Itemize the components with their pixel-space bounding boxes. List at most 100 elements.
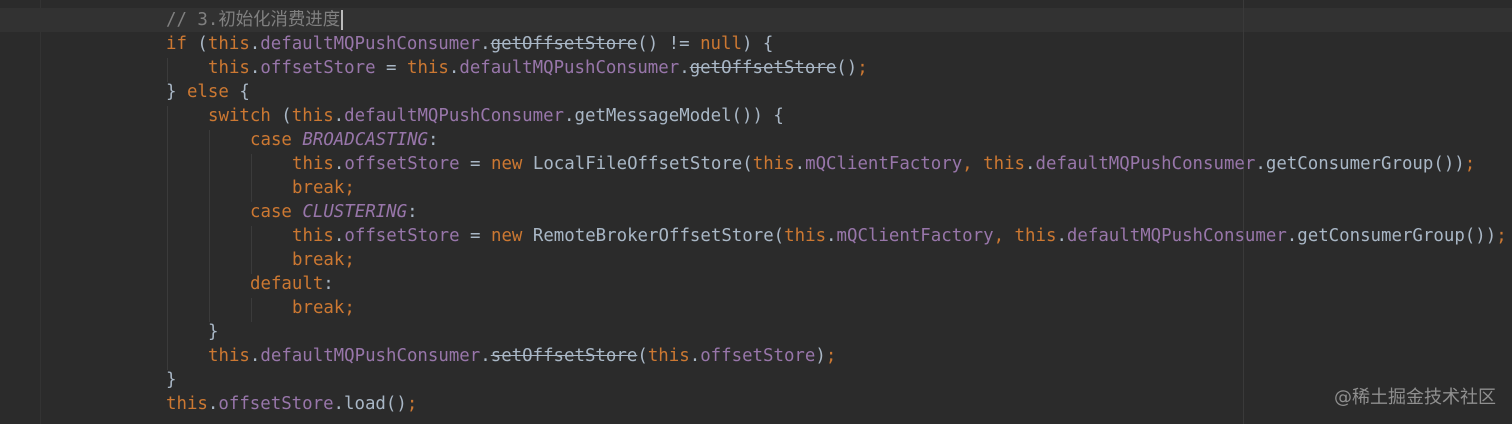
code-token: : — [407, 202, 418, 222]
code-line[interactable]: this.offsetStore.load(); — [166, 392, 417, 416]
keyword-token: this — [1014, 226, 1057, 246]
keyword-token: this — [166, 394, 208, 414]
keyword-token: new — [490, 226, 523, 246]
keyword-token: switch — [208, 106, 271, 126]
keyword-token: ; — [1496, 226, 1507, 246]
code-line[interactable]: default: — [250, 272, 334, 296]
code-token: .getConsumerGroup()) — [1286, 226, 1497, 246]
field-token: defaultMQPushConsumer — [260, 346, 481, 366]
indent-guide — [251, 154, 252, 202]
field-token: defaultMQPushConsumer — [344, 106, 565, 126]
field-token: defaultMQPushConsumer — [260, 34, 481, 54]
indent-guide — [251, 226, 252, 274]
code-line[interactable]: break; — [292, 296, 355, 320]
code-line[interactable]: if (this.defaultMQPushConsumer.getOffset… — [166, 32, 773, 56]
keyword-token: break; — [292, 178, 355, 198]
keyword-token: this — [208, 346, 250, 366]
code-token: . — [679, 58, 690, 78]
keyword-token: new — [490, 154, 523, 174]
keyword-token: ; — [825, 346, 837, 366]
enum-constant-token: CLUSTERING — [302, 202, 408, 222]
field-token: defaultMQPushConsumer — [459, 58, 680, 78]
code-token: = — [459, 226, 491, 246]
right-margin-guide — [1243, 0, 1244, 424]
code-token: } — [208, 322, 219, 342]
code-token: .getConsumerGroup()) — [1255, 154, 1465, 174]
code-line[interactable]: this.offsetStore = new LocalFileOffsetSt… — [292, 152, 1475, 176]
field-token: offsetStore — [344, 154, 460, 174]
code-line[interactable]: } — [166, 368, 176, 392]
site-watermark: @稀土掘金技术社区 — [1334, 387, 1496, 408]
deprecated-method-token: getOffsetStore — [689, 58, 837, 78]
indent-guide — [167, 106, 168, 370]
keyword-token: break; — [292, 298, 355, 318]
keyword-token: else — [186, 82, 229, 102]
keyword-token: case — [250, 202, 292, 222]
code-line[interactable]: case CLUSTERING: — [250, 200, 418, 224]
code-token: : — [323, 274, 334, 294]
keyword-token: case — [250, 130, 292, 150]
code-token: { — [228, 82, 250, 102]
code-token: . — [794, 154, 806, 174]
code-token: () != — [637, 34, 701, 54]
keyword-token: this — [647, 346, 690, 366]
code-token: . — [480, 346, 491, 366]
field-token: offsetStore — [260, 58, 376, 78]
code-line[interactable]: this.offsetStore = new RemoteBrokerOffse… — [292, 224, 1507, 248]
keyword-token: this — [207, 34, 250, 54]
code-token: ) — [815, 346, 826, 366]
keyword-token: this — [292, 226, 334, 246]
code-line[interactable]: case BROADCASTING: — [250, 128, 439, 152]
code-token: : — [428, 130, 439, 150]
text-caret — [341, 10, 344, 30]
field-token: defaultMQPushConsumer — [1066, 226, 1287, 246]
code-line[interactable]: } else { — [166, 80, 250, 104]
field-token: offsetStore — [344, 226, 460, 246]
code-token: . — [1056, 226, 1067, 246]
code-token: .getMessageModel()) { — [564, 106, 784, 126]
code-token: . — [249, 34, 261, 54]
code-token: ) { — [741, 34, 774, 54]
field-token: mQClientFactory — [836, 226, 994, 246]
code-token: LocalFileOffsetStore( — [522, 154, 753, 174]
keyword-token: default — [250, 274, 324, 294]
code-token: . — [448, 58, 460, 78]
code-line[interactable]: break; — [292, 176, 355, 200]
keyword-token: ; — [1464, 154, 1476, 174]
code-token: . — [826, 226, 837, 246]
code-token: } — [166, 370, 177, 390]
code-line[interactable]: break; — [292, 248, 355, 272]
code-token: = — [459, 154, 491, 174]
keyword-token: ; — [857, 58, 868, 78]
indent-guide — [251, 298, 252, 322]
keyword-token: this — [208, 58, 250, 78]
field-token: offsetStore — [218, 394, 334, 414]
code-token: . — [333, 106, 345, 126]
code-token: RemoteBrokerOffsetStore( — [522, 226, 785, 246]
field-token: offsetStore — [700, 346, 816, 366]
keyword-token: this — [983, 154, 1026, 174]
code-token: . — [1025, 154, 1036, 174]
code-token: . — [249, 58, 261, 78]
code-line[interactable]: this.defaultMQPushConsumer.setOffsetStor… — [208, 344, 836, 368]
code-token: ( — [637, 346, 648, 366]
enum-constant-token: BROADCASTING — [302, 130, 429, 150]
code-line[interactable]: // 3.初始化消费进度 — [166, 8, 344, 32]
code-editor[interactable]: // 3.初始化消费进度 if (this.defaultMQPushConsum… — [0, 0, 1512, 424]
code-line[interactable]: this.offsetStore = this.defaultMQPushCon… — [208, 56, 868, 80]
code-line[interactable]: switch (this.defaultMQPushConsumer.getMe… — [208, 104, 784, 128]
keyword-token: this — [752, 154, 795, 174]
indent-guide — [209, 130, 210, 322]
code-token: . — [333, 154, 345, 174]
deprecated-method-token: setOffsetStore — [490, 346, 638, 366]
code-token: . — [333, 226, 345, 246]
indent-guide — [167, 58, 168, 82]
keyword-token: break; — [292, 250, 355, 270]
code-line[interactable]: } — [208, 320, 218, 344]
code-token: .load() — [333, 394, 407, 414]
keyword-token: this — [292, 154, 334, 174]
keyword-token: , — [993, 226, 1015, 246]
code-token: . — [207, 394, 219, 414]
